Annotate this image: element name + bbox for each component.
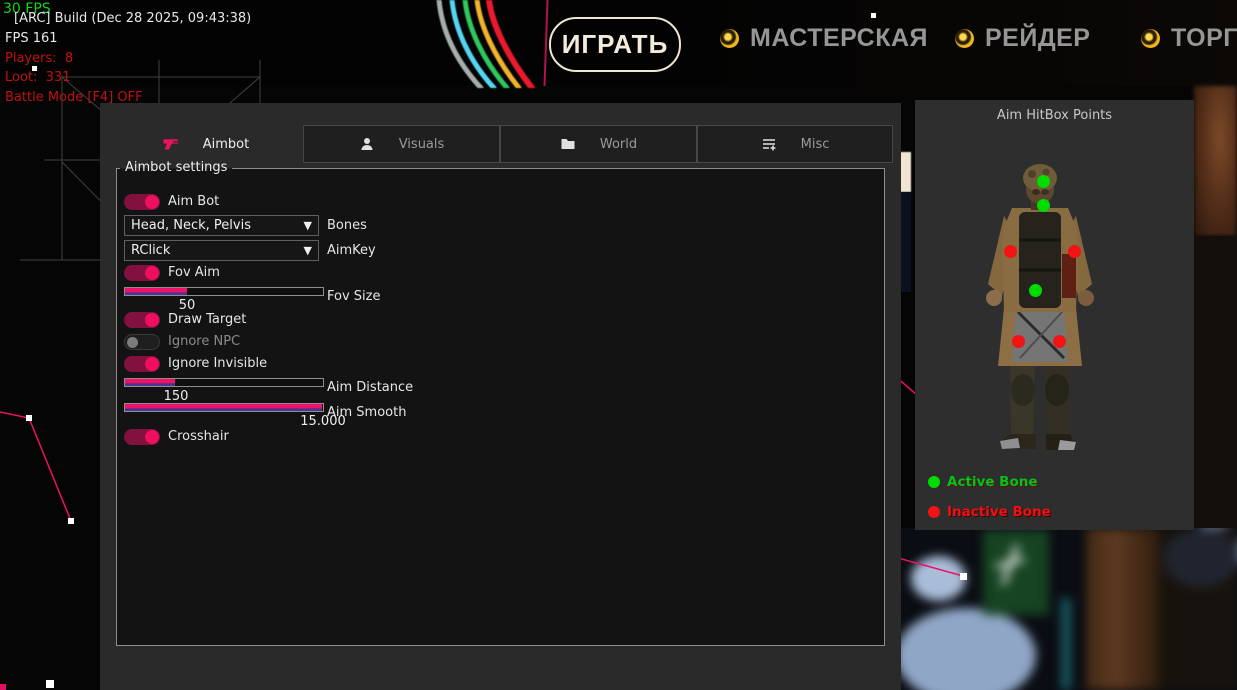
menu-item-raider[interactable]: РЕЙДЕР xyxy=(955,24,1090,53)
slider-fill xyxy=(125,379,175,386)
hitbox-panel: Aim HitBox Points Active Bone xyxy=(915,100,1194,530)
draw-target-label: Draw Target xyxy=(168,312,246,328)
menu-item-workshop[interactable]: МАСТЕРСКАЯ xyxy=(720,24,928,53)
folder-icon xyxy=(560,136,576,152)
tab-label: World xyxy=(600,137,637,152)
gold-coin-icon xyxy=(955,29,974,48)
aimkey-label: AimKey xyxy=(327,243,376,259)
tab-label: Visuals xyxy=(399,137,445,152)
hitbox-dots xyxy=(915,100,1194,530)
bone-dot xyxy=(1004,245,1017,258)
menu-item-label: РЕЙДЕР xyxy=(985,24,1090,53)
esp-node-dot xyxy=(871,13,876,18)
legend-label: Inactive Bone xyxy=(947,504,1051,520)
tab-aimbot[interactable]: Aimbot xyxy=(108,125,303,163)
menu-item-label: ТОРГО xyxy=(1171,24,1237,53)
fov-aim-label: Fov Aim xyxy=(168,265,220,281)
fov-size-slider[interactable] xyxy=(124,287,324,296)
game-screen: { "hud": { "fps_counter": "30 FPS", "bui… xyxy=(0,0,1237,690)
toggle-knob xyxy=(127,337,138,348)
dropdown-value: RClick xyxy=(131,243,170,258)
legend-inactive-bone: Inactive Bone xyxy=(928,504,1051,520)
chevron-down-icon: ▼ xyxy=(304,219,312,232)
play-button[interactable]: ИГРАТЬ xyxy=(549,17,681,72)
bone-dot xyxy=(1053,335,1066,348)
esp-node-dot xyxy=(46,680,54,688)
bones-dropdown[interactable]: Head, Neck, Pelvis ▼ xyxy=(124,215,319,236)
person-icon xyxy=(359,136,375,152)
gold-coin-icon xyxy=(1141,29,1160,48)
crosshair-label: Crosshair xyxy=(168,429,229,445)
ignore-invisible-toggle[interactable] xyxy=(124,356,160,372)
crosshair-toggle[interactable] xyxy=(124,429,160,445)
players-count: Players: 8 xyxy=(5,51,73,66)
toggle-knob xyxy=(145,195,159,209)
ignore-npc-label: Ignore NPC xyxy=(168,334,240,350)
aim-distance-label: Aim Distance xyxy=(327,380,413,396)
draw-target-toggle[interactable] xyxy=(124,312,160,328)
aim-smooth-label: Aim Smooth xyxy=(327,405,406,421)
menu-item-label: МАСТЕРСКАЯ xyxy=(750,24,928,53)
build-info: [ARC] Build (Dec 28 2025, 09:43:38) xyxy=(14,11,251,26)
pistol-icon xyxy=(162,136,179,152)
menu-item-trader[interactable]: ТОРГО xyxy=(1141,24,1237,53)
cheat-menu-panel: Aimbot Visuals World Misc Aimbot setting… xyxy=(100,103,901,690)
playlist-add-icon xyxy=(761,136,777,152)
slider-fill xyxy=(125,288,187,295)
toggle-knob xyxy=(145,313,159,327)
esp-tracer-left xyxy=(0,405,90,530)
ignore-invisible-label: Ignore Invisible xyxy=(168,356,267,372)
aim-smooth-slider[interactable] xyxy=(124,403,324,412)
tab-visuals[interactable]: Visuals xyxy=(303,125,500,163)
toggle-knob xyxy=(145,430,159,444)
inactive-bone-dot-icon xyxy=(928,506,940,518)
slider-fill xyxy=(125,404,322,411)
bone-dot xyxy=(1029,284,1042,297)
aim-distance-value: 150 xyxy=(164,389,189,404)
bone-dot xyxy=(1037,199,1050,212)
toggle-knob xyxy=(145,266,159,280)
aim-bot-toggle[interactable] xyxy=(124,194,160,210)
active-bone-dot-icon xyxy=(928,476,940,488)
bones-label: Bones xyxy=(327,218,367,234)
aim-distance-slider[interactable] xyxy=(124,378,324,387)
esp-pink-node xyxy=(0,684,6,690)
ignore-npc-toggle[interactable] xyxy=(124,334,160,350)
bone-dot xyxy=(1037,175,1050,188)
rainbow-light-streak xyxy=(425,0,535,88)
background-dark-strip xyxy=(1194,236,1237,528)
group-title: Aimbot settings xyxy=(120,160,232,176)
tab-misc[interactable]: Misc xyxy=(697,125,893,163)
loot-count: Loot: 331 xyxy=(5,70,70,85)
legend-active-bone: Active Bone xyxy=(928,474,1038,490)
aim-bot-label: Aim Bot xyxy=(168,194,219,210)
bone-dot xyxy=(1068,245,1081,258)
legend-label: Active Bone xyxy=(947,474,1038,490)
tab-label: Misc xyxy=(801,137,830,152)
background-rock xyxy=(1194,86,1237,236)
tab-label: Aimbot xyxy=(203,137,249,152)
toggle-knob xyxy=(145,357,159,371)
fps-label: FPS 161 xyxy=(5,31,58,46)
tab-world[interactable]: World xyxy=(500,125,697,163)
fov-size-value: 50 xyxy=(179,298,196,313)
fov-size-label: Fov Size xyxy=(327,289,380,305)
fov-aim-toggle[interactable] xyxy=(124,265,160,281)
chevron-down-icon: ▼ xyxy=(304,244,312,257)
dropdown-value: Head, Neck, Pelvis xyxy=(131,218,251,233)
aimkey-dropdown[interactable]: RClick ▼ xyxy=(124,240,319,261)
gold-coin-icon xyxy=(720,29,739,48)
bone-dot xyxy=(1012,335,1025,348)
